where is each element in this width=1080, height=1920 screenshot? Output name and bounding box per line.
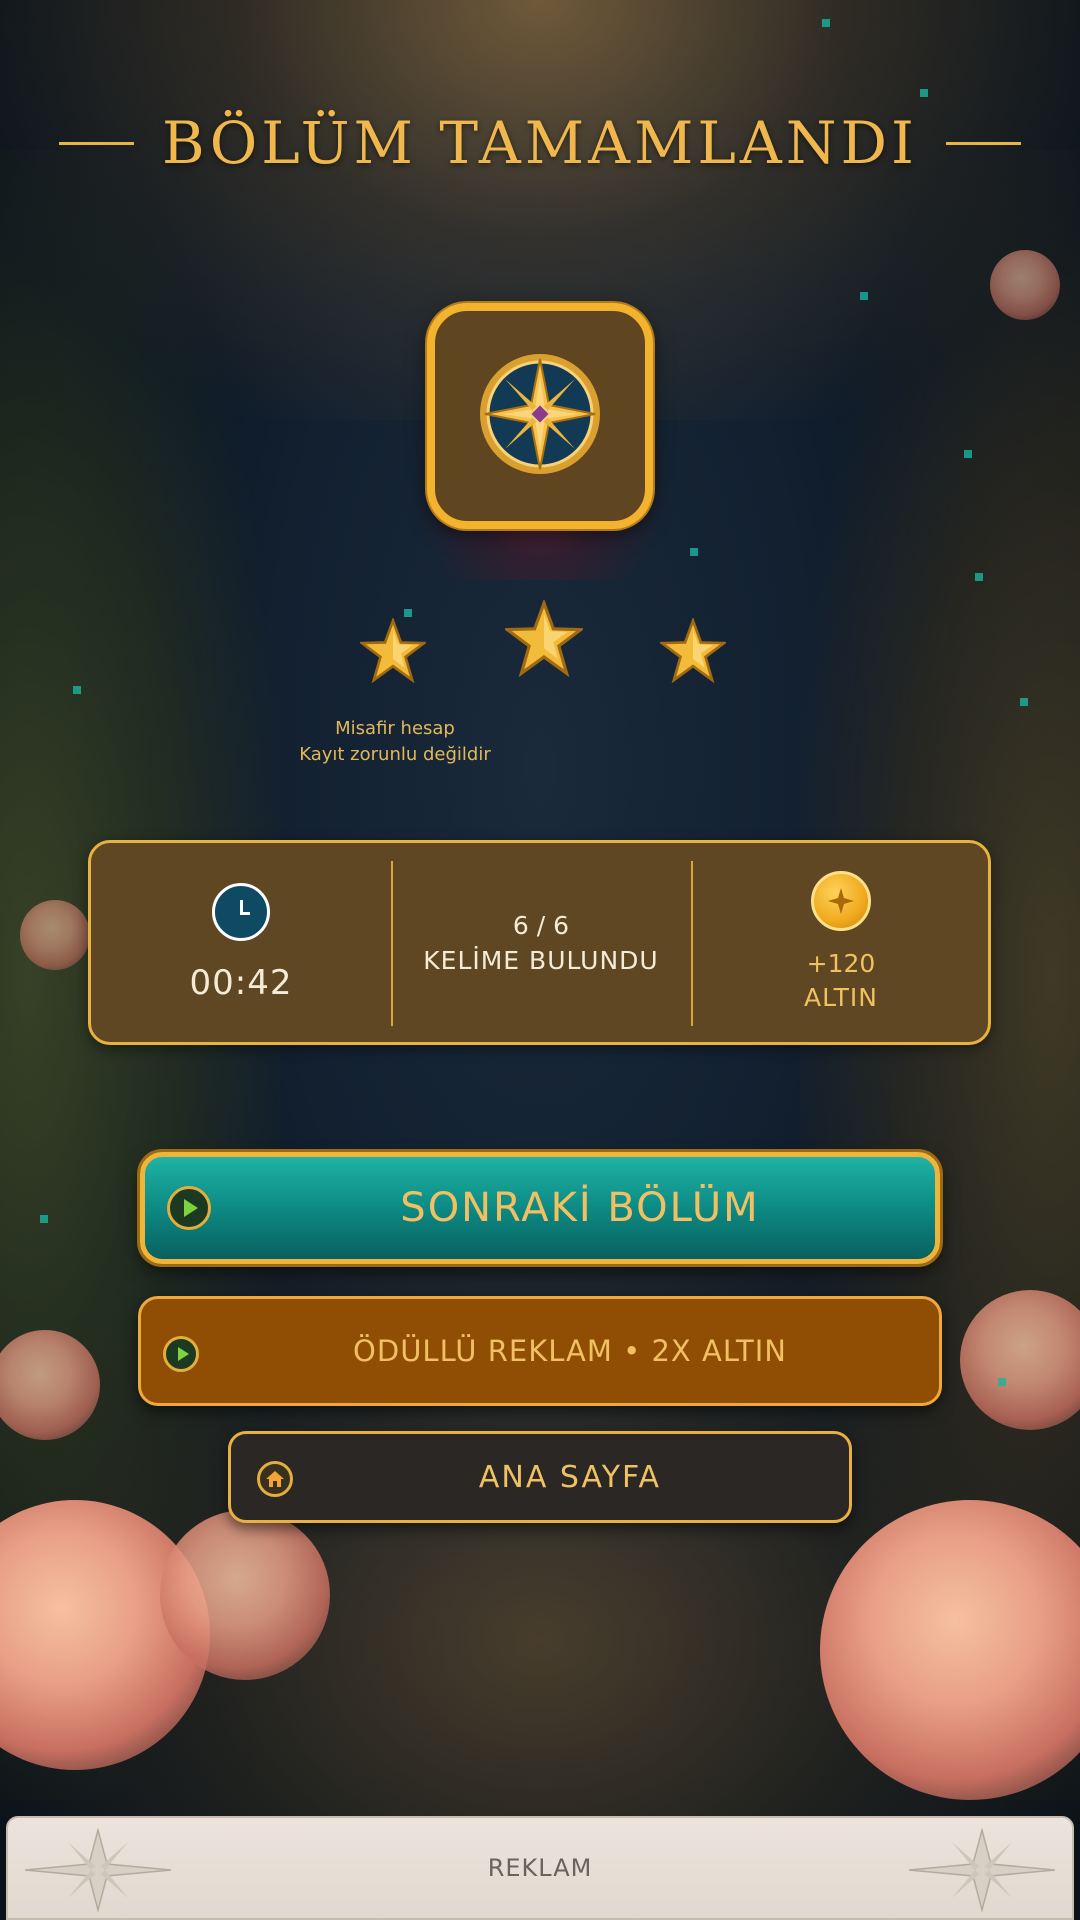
gold-stat: +120 ALTIN: [691, 843, 991, 1042]
compass-star-icon: [907, 1827, 1057, 1916]
results-panel: 00:42 6 / 6 KELİME BULUNDU +120 ALTIN: [88, 840, 991, 1045]
time-value: 00:42: [189, 962, 293, 1003]
compass-emblem-icon: [475, 349, 605, 483]
guest-account-label: Misafir hesap: [335, 718, 455, 739]
title-row: BÖLÜM TAMAMLANDI: [0, 108, 1080, 178]
words-found-label: KELİME BULUNDU: [423, 945, 659, 975]
star-1-icon: [358, 616, 428, 684]
star-2-icon: [502, 598, 586, 678]
gold-amount: +120: [806, 948, 876, 978]
home-label: ANA SAYFA: [478, 1459, 662, 1495]
star-3-icon: [658, 616, 728, 684]
gold-coin-icon: [811, 870, 871, 931]
next-level-button[interactable]: SONRAKİ BÖLÜM: [140, 1152, 940, 1264]
level-badge: [427, 303, 653, 529]
rewarded-ad-label: ÖDÜLLÜ REKLAM • 2X ALTIN: [353, 1334, 787, 1368]
page-title: BÖLÜM TAMAMLANDI: [162, 109, 918, 177]
registration-optional-label: Kayıt zorunlu değildir: [299, 744, 491, 765]
home-button[interactable]: ANA SAYFA: [228, 1431, 852, 1523]
next-level-label: SONRAKİ BÖLÜM: [400, 1185, 760, 1231]
title-divider-left: [59, 141, 135, 145]
guest-account-note: Misafir hesap Kayıt zorunlu değildir: [275, 716, 515, 768]
ad-banner[interactable]: REKLAM: [6, 1816, 1074, 1920]
gold-label: ALTIN: [804, 982, 878, 1012]
clock-icon: [212, 882, 270, 941]
time-stat: 00:42: [91, 843, 391, 1042]
rewarded-ad-button[interactable]: ÖDÜLLÜ REKLAM • 2X ALTIN: [138, 1296, 942, 1406]
words-found-count: 6 / 6: [512, 910, 570, 940]
title-divider-right: [945, 141, 1021, 145]
words-stat: 6 / 6 KELİME BULUNDU: [391, 843, 691, 1042]
